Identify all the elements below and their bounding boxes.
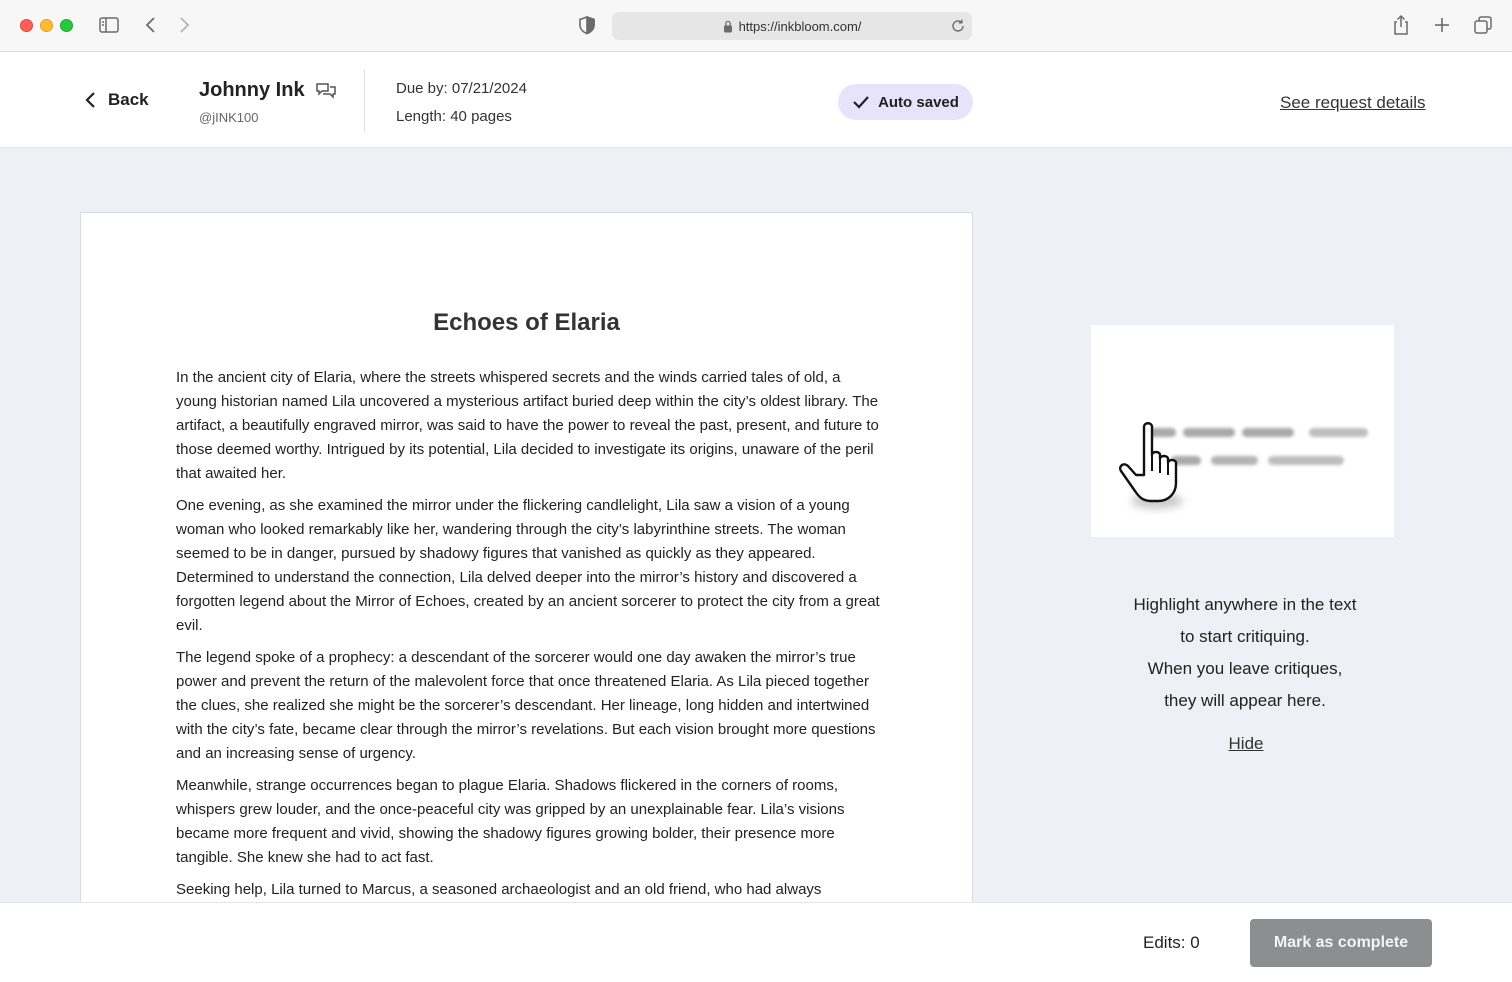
footer-bar: Edits: 0 Mark as complete (0, 902, 1512, 982)
document-title: Echoes of Elaria (433, 309, 620, 336)
new-tab-icon[interactable] (1432, 14, 1452, 36)
sidebar-toggle-icon[interactable] (98, 14, 120, 36)
lock-icon (723, 20, 733, 33)
back-button[interactable]: Back (84, 90, 149, 110)
document-page[interactable]: Echoes of Elaria In the ancient city of … (80, 212, 973, 912)
chat-bubbles-icon[interactable] (315, 81, 337, 101)
back-nav-icon[interactable] (142, 14, 160, 36)
app-header: Back Johnny Ink @jINK100 Due by: 07/21/2… (0, 52, 1512, 148)
zoom-window-button[interactable] (60, 19, 73, 32)
url-text: https://inkbloom.com/ (738, 18, 862, 34)
tab-overview-icon[interactable] (1472, 14, 1494, 36)
paragraph[interactable]: In the ancient city of Elaria, where the… (176, 366, 884, 486)
address-bar[interactable]: https://inkbloom.com/ (612, 12, 972, 40)
due-date: Due by: 07/21/2024 (396, 80, 527, 97)
header-divider (364, 70, 365, 132)
edits-count: Edits: 0 (1143, 933, 1200, 952)
document-body[interactable]: In the ancient city of Elaria, where the… (176, 366, 884, 910)
hint-line: to start critiquing. (1180, 627, 1310, 646)
minimize-window-button[interactable] (40, 19, 53, 32)
hint-line: they will appear here. (1164, 691, 1326, 710)
hint-line: Highlight anywhere in the text (1133, 595, 1357, 614)
writer-name-text: Johnny Ink (199, 79, 305, 101)
paragraph[interactable]: One evening, as she examined the mirror … (176, 494, 884, 638)
share-icon[interactable] (1391, 14, 1411, 36)
see-request-details-link[interactable]: See request details (1280, 93, 1426, 113)
close-window-button[interactable] (20, 19, 33, 32)
forward-nav-icon[interactable] (175, 14, 193, 36)
paragraph[interactable]: Meanwhile, strange occurrences began to … (176, 774, 884, 870)
chevron-left-icon (85, 92, 95, 108)
document-length: Length: 40 pages (396, 108, 512, 125)
highlight-illustration (1091, 325, 1394, 537)
privacy-shield-icon[interactable] (577, 14, 597, 36)
writer-name: Johnny Ink (199, 79, 337, 102)
mark-as-complete-button[interactable]: Mark as complete (1250, 919, 1432, 967)
autosave-badge: Auto saved (838, 84, 973, 120)
back-label: Back (108, 90, 149, 109)
browser-toolbar: https://inkbloom.com/ (0, 0, 1512, 52)
paragraph[interactable]: Seeking help, Lila turned to Marcus, a s… (176, 878, 884, 902)
reload-icon[interactable] (950, 18, 966, 34)
critique-hint: Highlight anywhere in the text to start … (1095, 589, 1395, 717)
paragraph[interactable]: The legend spoke of a prophecy: a descen… (176, 646, 884, 766)
check-icon (853, 96, 869, 109)
writer-handle: @jINK100 (199, 110, 259, 125)
hint-line: When you leave critiques, (1147, 659, 1343, 678)
autosave-label: Auto saved (878, 93, 959, 111)
hide-hint-link[interactable]: Hide (1095, 734, 1397, 754)
text-lines-graphic (1146, 428, 1368, 465)
